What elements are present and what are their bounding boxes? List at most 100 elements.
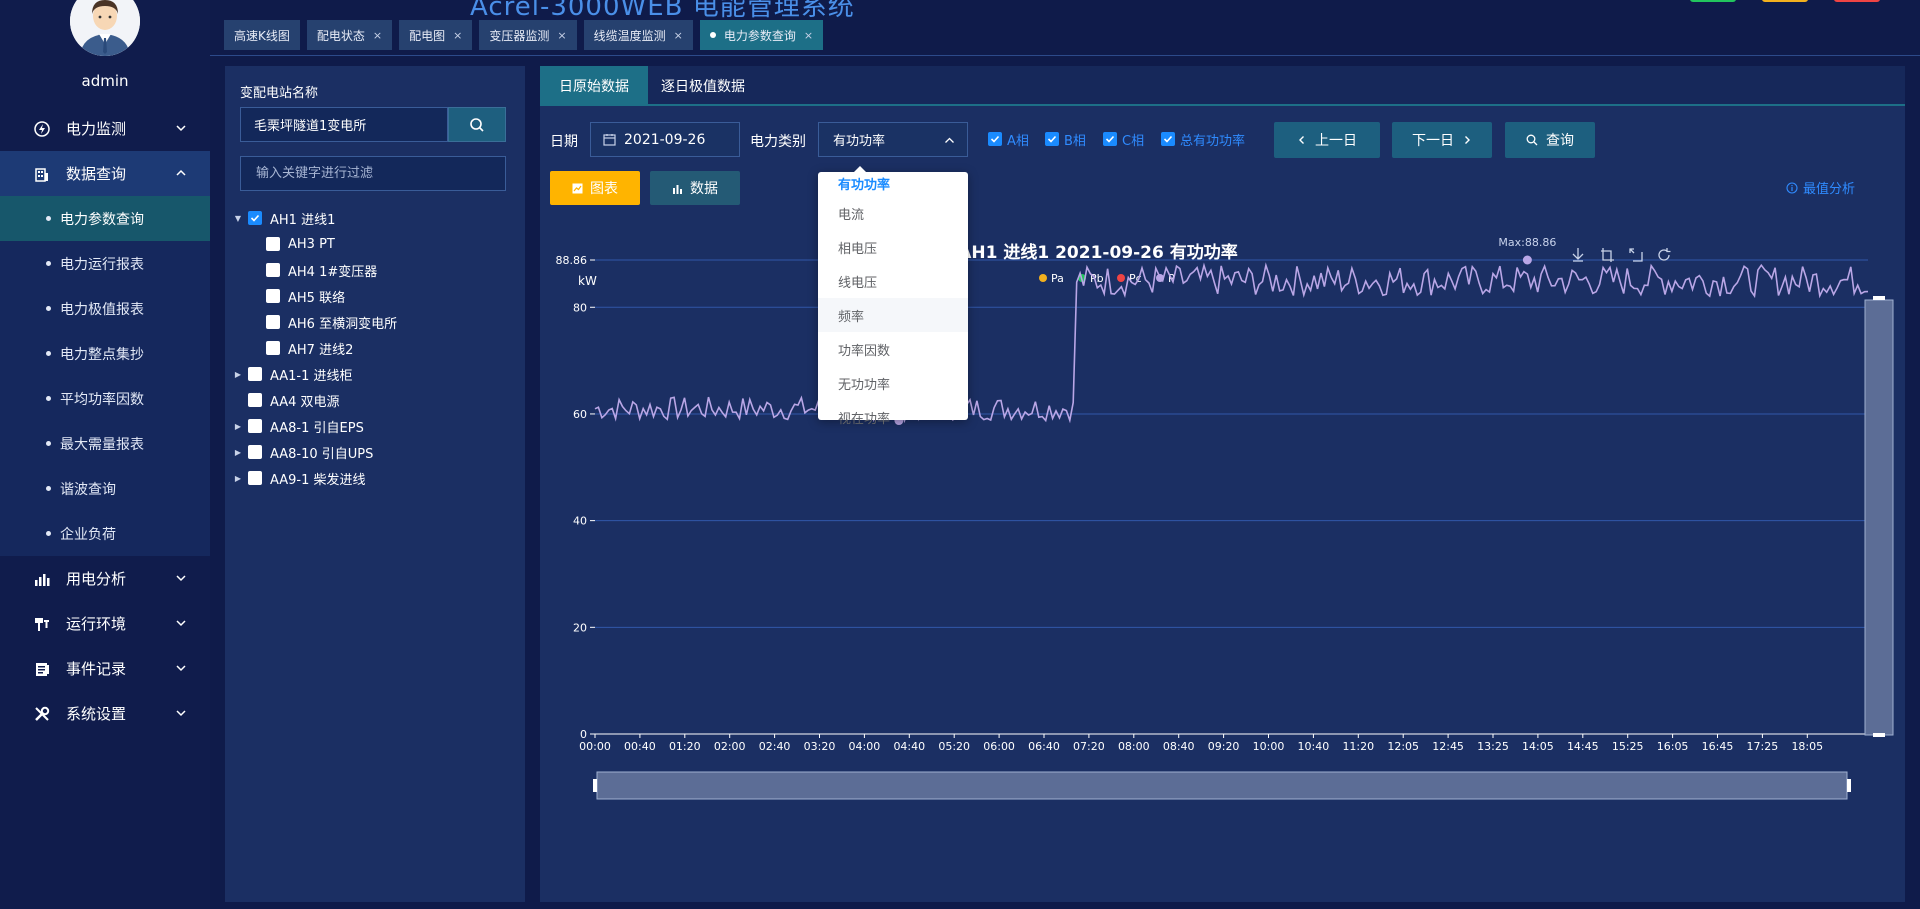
caret-right-icon[interactable]: ▶ [233, 474, 243, 483]
tab-power-param-query[interactable]: 电力参数查询 × [699, 20, 824, 50]
tree-node-ah6[interactable]: AH6 至横洞变电所 [233, 309, 518, 335]
tab-daily-raw[interactable]: 日原始数据 [540, 66, 648, 106]
menu-item-power-param-query[interactable]: 电力参数查询 [0, 196, 210, 241]
status-red-icon[interactable] [1834, 0, 1880, 2]
tree-checkbox[interactable] [266, 315, 280, 329]
phase-b-checkbox[interactable]: B相 [1045, 131, 1086, 149]
caret-right-icon[interactable]: ▶ [233, 370, 243, 379]
tab-transformer-monitor[interactable]: 变压器监测 × [479, 20, 577, 50]
tree-checkbox[interactable] [248, 445, 262, 459]
menu-item-harmonic-query[interactable]: 谐波查询 [0, 466, 210, 511]
close-icon[interactable]: × [453, 29, 462, 42]
submenu-data-query: 电力参数查询 电力运行报表 电力极值报表 电力整点集抄 平均功率因数 最大需量报… [0, 196, 210, 556]
phase-c-checkbox[interactable]: C相 [1103, 131, 1144, 149]
menu-group-event-log[interactable]: 事件记录 [0, 646, 210, 691]
menu-group-data-query[interactable]: 数据查询 [0, 151, 210, 196]
avatar[interactable] [70, 0, 140, 56]
query-button[interactable]: 查询 [1505, 122, 1595, 158]
prev-day-button[interactable]: 上一日 [1274, 122, 1380, 158]
tree-checkbox[interactable] [248, 367, 262, 381]
phase-a-checkbox[interactable]: A相 [988, 131, 1029, 149]
tree-node-ah3[interactable]: AH3 PT [233, 231, 518, 257]
tree-node-ah1[interactable]: ▼ AH1 进线1 [233, 205, 518, 231]
dropdown-option-current[interactable]: 电流 [818, 196, 968, 230]
station-select[interactable]: 毛栗坪隧道1变电所 [240, 107, 448, 142]
menu-item-power-extreme-report[interactable]: 电力极值报表 [0, 286, 210, 331]
vertical-zoom-handle-bottom[interactable] [1873, 733, 1885, 737]
close-icon[interactable]: × [674, 29, 683, 42]
dropdown-option-phase-voltage[interactable]: 相电压 [818, 230, 968, 264]
vertical-zoom-slider[interactable] [1864, 299, 1894, 736]
tree-node-aa8-10[interactable]: ▶ AA8-10 引自UPS [233, 439, 518, 465]
tree-checkbox[interactable] [266, 237, 280, 251]
tree-checkbox[interactable] [248, 393, 262, 407]
tree-filter-input[interactable] [240, 156, 506, 191]
tree-node-ah5[interactable]: AH5 联络 [233, 283, 518, 309]
menu-item-enterprise-load[interactable]: 企业负荷 [0, 511, 210, 556]
tab-daily-extreme[interactable]: 逐日极值数据 [648, 66, 758, 106]
tree-checkbox[interactable] [266, 341, 280, 355]
x-tick-label: 12:45 [1432, 740, 1464, 753]
data-view-button[interactable]: 数据 [650, 171, 740, 205]
tree-checkbox[interactable] [266, 289, 280, 303]
tree-checkbox[interactable] [248, 471, 262, 485]
tree-node-aa8-1[interactable]: ▶ AA8-1 引自EPS [233, 413, 518, 439]
tree-node-aa4[interactable]: AA4 双电源 [233, 387, 518, 413]
tree-node-aa9-1[interactable]: ▶ AA9-1 柴发进线 [233, 465, 518, 491]
dropdown-option-line-voltage[interactable]: 线电压 [818, 264, 968, 298]
category-select[interactable]: 有功功率 [818, 122, 968, 157]
close-icon[interactable]: × [373, 29, 382, 42]
menu-group-power-monitor[interactable]: 电力监测 [0, 106, 210, 151]
dropdown-option-power-factor[interactable]: 功率因数 [818, 332, 968, 366]
legend-label-pa[interactable]: Pa [1051, 272, 1064, 285]
menu-item-max-demand[interactable]: 最大需量报表 [0, 421, 210, 466]
status-yellow-icon[interactable] [1762, 0, 1808, 2]
legend-marker-pc[interactable] [1117, 274, 1125, 282]
tree-checkbox-checked[interactable] [248, 211, 262, 225]
dropdown-option-active-power[interactable]: 有功功率 [818, 172, 968, 196]
menu-item-power-run-report[interactable]: 电力运行报表 [0, 241, 210, 286]
horizontal-zoom-handle-right[interactable] [1847, 779, 1851, 792]
menu-group-usage-analysis[interactable]: 用电分析 [0, 556, 210, 601]
legend-marker-pa[interactable] [1039, 274, 1047, 282]
close-icon[interactable]: × [557, 29, 566, 42]
tab-cable-temp[interactable]: 线缆温度监测 × [583, 20, 693, 50]
next-day-button[interactable]: 下一日 [1392, 122, 1492, 158]
tree-checkbox[interactable] [266, 263, 280, 277]
legend-label-pb[interactable]: Pb [1090, 272, 1104, 285]
phase-label: B相 [1064, 133, 1086, 149]
tree-node-ah7[interactable]: AH7 进线2 [233, 335, 518, 361]
dropdown-option-frequency[interactable]: 频率 [818, 298, 968, 332]
menu-item-avg-power-factor[interactable]: 平均功率因数 [0, 376, 210, 421]
horizontal-zoom-slider[interactable] [596, 771, 1848, 800]
download-icon[interactable] [1572, 248, 1584, 262]
tab-distribution-diagram[interactable]: 配电图 × [399, 20, 473, 50]
dropdown-option-reactive-power[interactable]: 无功功率 [818, 366, 968, 400]
menu-group-environment[interactable]: 运行环境 [0, 601, 210, 646]
status-green-icon[interactable] [1690, 0, 1736, 2]
peak-analysis-link[interactable]: 最值分析 [1786, 178, 1855, 197]
caret-right-icon[interactable]: ▶ [233, 422, 243, 431]
tree-checkbox[interactable] [248, 419, 262, 433]
refresh-icon[interactable] [1658, 248, 1671, 261]
menu-item-hourly-reading[interactable]: 电力整点集抄 [0, 331, 210, 376]
vertical-zoom-handle-top[interactable] [1873, 296, 1885, 300]
menu-group-system-settings[interactable]: 系统设置 [0, 691, 210, 736]
caret-right-icon[interactable]: ▶ [233, 448, 243, 457]
y-tick-label: 40 [573, 515, 587, 528]
close-icon[interactable]: × [804, 29, 813, 42]
caret-down-icon[interactable]: ▼ [233, 214, 243, 223]
date-picker[interactable]: 2021-09-26 [590, 122, 740, 157]
horizontal-zoom-handle-left[interactable] [593, 779, 597, 792]
chart-view-button[interactable]: 图表 [550, 171, 640, 205]
zoom-reset-icon[interactable] [1629, 248, 1643, 262]
zoom-select-icon[interactable] [1601, 248, 1614, 262]
dropdown-option-apparent-power[interactable]: 视在功率 [818, 400, 968, 434]
total-active-power-checkbox[interactable]: 总有功功率 [1161, 131, 1245, 149]
station-search-button[interactable] [448, 107, 506, 142]
tree-node-aa1-1[interactable]: ▶ AA1-1 进线柜 [233, 361, 518, 387]
tree-node-ah4[interactable]: AH4 1#变压器 [233, 257, 518, 283]
max-point-marker[interactable] [1522, 255, 1532, 265]
tab-distribution-status[interactable]: 配电状态 × [306, 20, 393, 50]
tab-kline[interactable]: 高速K线图 [224, 20, 300, 50]
